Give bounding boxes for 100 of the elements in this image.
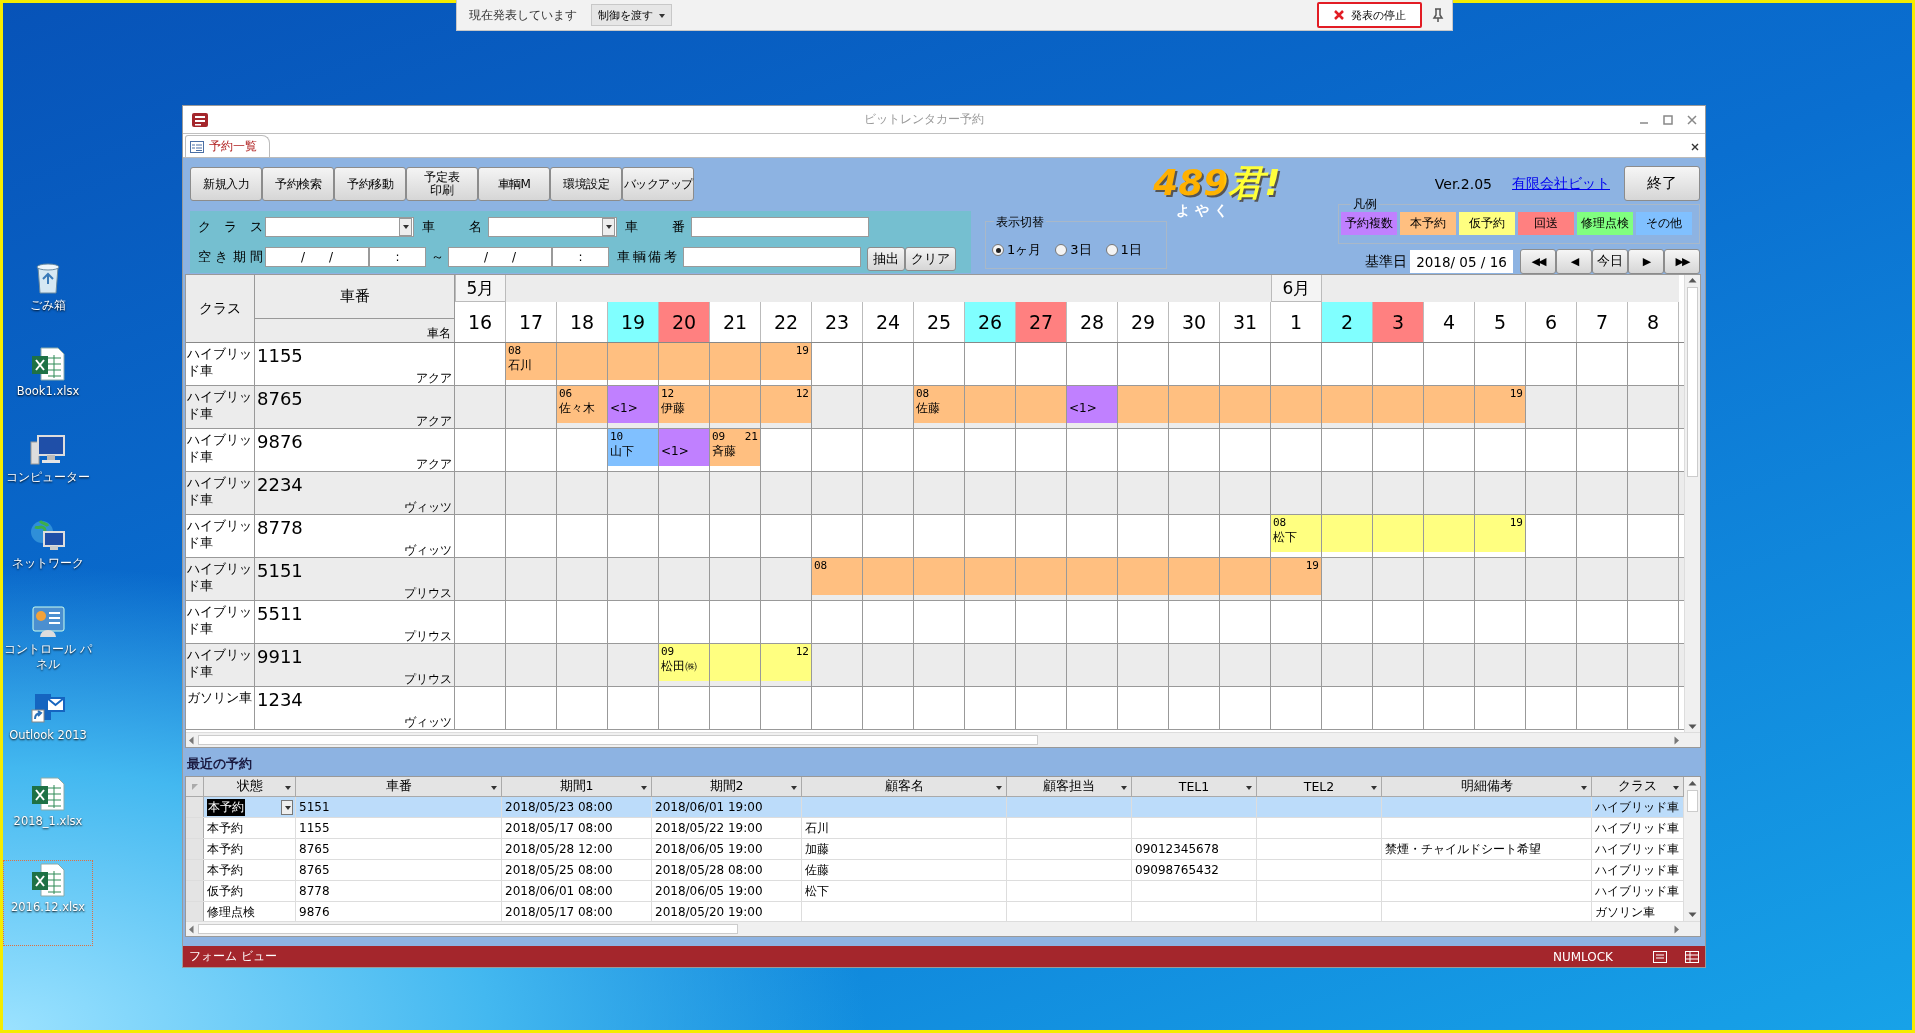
booking-block[interactable] — [710, 343, 760, 380]
scroll-right-icon[interactable] — [1674, 924, 1680, 934]
close-icon[interactable] — [1691, 143, 1699, 151]
booking-block[interactable]: 12 — [761, 644, 811, 681]
desktop-icon[interactable]: ネットワーク — [3, 516, 93, 602]
booking-block[interactable] — [608, 343, 658, 380]
booking-block[interactable]: 08 石川 — [506, 343, 556, 380]
table-row[interactable]: 本予約 5151 2018/05/23 08:00 2018/06/01 19:00 ハイブリッド車 — [186, 797, 1684, 818]
scroll-thumb[interactable] — [1687, 287, 1698, 477]
nav-button[interactable]: ▶▶ — [1664, 249, 1700, 274]
datasheet-view-icon[interactable] — [1685, 950, 1699, 963]
radio-button[interactable] — [1055, 244, 1068, 256]
radio-button[interactable] — [992, 244, 1004, 256]
booking-block[interactable] — [1322, 515, 1372, 552]
booking-block[interactable] — [1169, 558, 1219, 595]
nav-button[interactable]: 今日 — [1592, 249, 1628, 274]
table-row[interactable]: 修理点検 9876 2018/05/17 08:00 2018/05/20 19:00 ガソリン車 — [186, 902, 1684, 921]
booking-block[interactable]: 08 — [812, 558, 862, 595]
booking-block[interactable] — [965, 558, 1015, 595]
nav-button[interactable]: ◀ — [1556, 249, 1592, 274]
booking-block[interactable] — [1424, 515, 1474, 552]
row-selector[interactable] — [186, 818, 204, 838]
booking-block[interactable] — [863, 558, 913, 595]
table-row[interactable]: 本予約 8765 2018/05/28 12:00 2018/06/05 19:00 加藤 09012345678 禁煙・チャイルドシート希望 ハイブリッド車 — [186, 839, 1684, 860]
booking-block[interactable] — [965, 386, 1015, 423]
booking-block[interactable]: 06 佐々木 — [557, 386, 607, 423]
booking-block[interactable]: 12 — [761, 386, 811, 423]
scroll-up-icon[interactable] — [1687, 780, 1697, 786]
time-field[interactable]: : — [552, 247, 609, 267]
booking-block[interactable] — [1118, 558, 1168, 595]
toolbar-button[interactable]: 環境設定 — [550, 167, 622, 201]
horizontal-scrollbar[interactable] — [186, 921, 1700, 936]
status-dropdown[interactable]: 本予約 — [204, 797, 296, 817]
booking-block[interactable]: 19 — [1475, 515, 1525, 552]
pin-icon[interactable] — [1432, 8, 1444, 22]
pass-control-button[interactable]: 制御を渡す — [591, 4, 672, 26]
row-selector[interactable] — [186, 860, 204, 880]
dropdown-field[interactable] — [265, 217, 414, 237]
toolbar-button[interactable]: 新規入力 — [190, 167, 262, 201]
booking-block[interactable] — [1373, 386, 1423, 423]
radio-option[interactable]: 1日 — [1105, 241, 1142, 259]
scroll-left-icon[interactable] — [188, 924, 194, 934]
toolbar-button[interactable]: バックアップ — [622, 167, 694, 201]
radio-button[interactable] — [1105, 244, 1118, 256]
input-field[interactable] — [691, 217, 869, 237]
booking-block[interactable] — [1220, 558, 1270, 595]
booking-block[interactable] — [710, 644, 760, 681]
vertical-scrollbar[interactable] — [1684, 275, 1700, 733]
booking-block[interactable] — [1271, 386, 1321, 423]
dropdown-field[interactable] — [488, 217, 617, 237]
scroll-down-icon[interactable] — [1687, 912, 1697, 918]
scroll-thumb[interactable] — [1686, 790, 1698, 812]
booking-block[interactable] — [1118, 386, 1168, 423]
exit-button[interactable]: 終了 — [1624, 166, 1700, 201]
document-tab[interactable]: 予約一覧 — [185, 135, 270, 157]
radio-option[interactable]: 3日 — [1055, 241, 1092, 259]
table-row[interactable]: 本予約 1155 2018/05/17 08:00 2018/05/22 19:00 石川 ハイブリッド車 — [186, 818, 1684, 839]
radio-option[interactable]: 1ヶ月 — [992, 241, 1042, 259]
booking-block[interactable] — [659, 343, 709, 380]
booking-block[interactable]: 08 佐藤 — [914, 386, 964, 423]
scroll-thumb[interactable] — [198, 924, 738, 934]
booking-block[interactable] — [710, 386, 760, 423]
table-row[interactable]: 本予約 8765 2018/05/25 08:00 2018/05/28 08:00 佐藤 09098765432 ハイブリッド車 — [186, 860, 1684, 881]
toolbar-button[interactable]: 車輌M — [478, 167, 550, 201]
select-all-icon[interactable] — [190, 782, 199, 791]
desktop-icon[interactable]: コンピューター — [3, 430, 93, 516]
row-selector[interactable] — [186, 902, 204, 921]
toolbar-button[interactable]: 予定表 印刷 — [406, 167, 478, 201]
scroll-left-icon[interactable] — [188, 735, 194, 745]
nav-button[interactable]: ◀◀ — [1520, 249, 1556, 274]
booking-block[interactable]: 19 — [1475, 386, 1525, 423]
booking-block[interactable]: <1> — [608, 386, 658, 423]
booking-block[interactable]: 12 伊藤 — [659, 386, 709, 423]
booking-block[interactable]: 19 — [761, 343, 811, 380]
form-view-icon[interactable] — [1653, 950, 1667, 963]
booking-block[interactable]: 19 — [1271, 558, 1321, 595]
table-row[interactable]: 仮予約 8778 2018/06/01 08:00 2018/06/05 19:00 松下 ハイブリッド車 — [186, 881, 1684, 902]
booking-block[interactable]: <1> — [659, 429, 709, 466]
scroll-up-icon[interactable] — [1688, 277, 1697, 283]
scroll-thumb[interactable] — [198, 735, 1038, 745]
booking-block[interactable] — [1169, 386, 1219, 423]
booking-block[interactable]: <1> — [1067, 386, 1117, 423]
scroll-right-icon[interactable] — [1674, 735, 1680, 745]
toolbar-button[interactable]: 予約移動 — [334, 167, 406, 201]
input-field[interactable] — [683, 247, 861, 267]
row-selector[interactable] — [186, 797, 204, 817]
vertical-scrollbar[interactable] — [1684, 777, 1700, 921]
booking-block[interactable]: 10 山下 — [608, 429, 658, 466]
booking-block[interactable] — [1016, 558, 1066, 595]
clear-button[interactable]: クリア — [905, 246, 956, 271]
maximize-icon[interactable] — [1663, 114, 1673, 125]
row-selector[interactable] — [186, 839, 204, 859]
booking-block[interactable] — [1067, 558, 1117, 595]
booking-block[interactable] — [1016, 386, 1066, 423]
company-link[interactable]: 有限会社ビット — [1512, 174, 1610, 193]
date-field[interactable]: / / — [265, 247, 369, 267]
date-field[interactable]: / / — [448, 247, 552, 267]
booking-block[interactable] — [1322, 386, 1372, 423]
booking-block[interactable] — [914, 558, 964, 595]
booking-block[interactable] — [557, 343, 607, 380]
